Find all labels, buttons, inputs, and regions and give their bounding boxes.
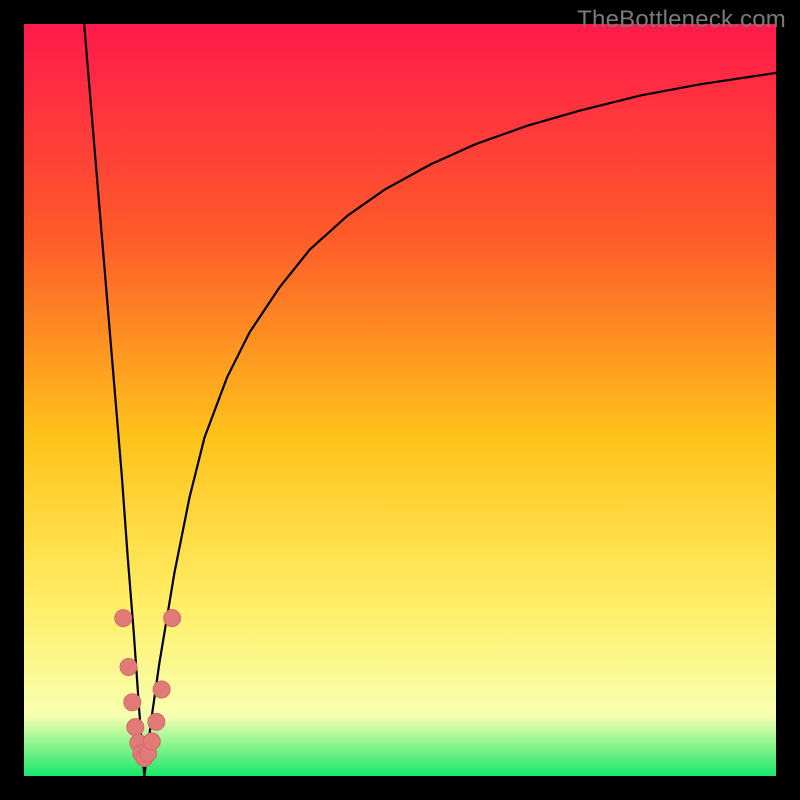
marker-dot	[148, 713, 165, 730]
plot-area	[24, 24, 776, 776]
marker-dot	[120, 658, 137, 675]
marker-dot	[127, 719, 144, 736]
marker-dot	[124, 694, 141, 711]
chart-frame: TheBottleneck.com	[0, 0, 800, 800]
chart-svg	[24, 24, 776, 776]
marker-dot	[115, 610, 132, 627]
marker-dot	[143, 733, 160, 750]
marker-dot	[164, 610, 181, 627]
marker-dot	[153, 681, 170, 698]
